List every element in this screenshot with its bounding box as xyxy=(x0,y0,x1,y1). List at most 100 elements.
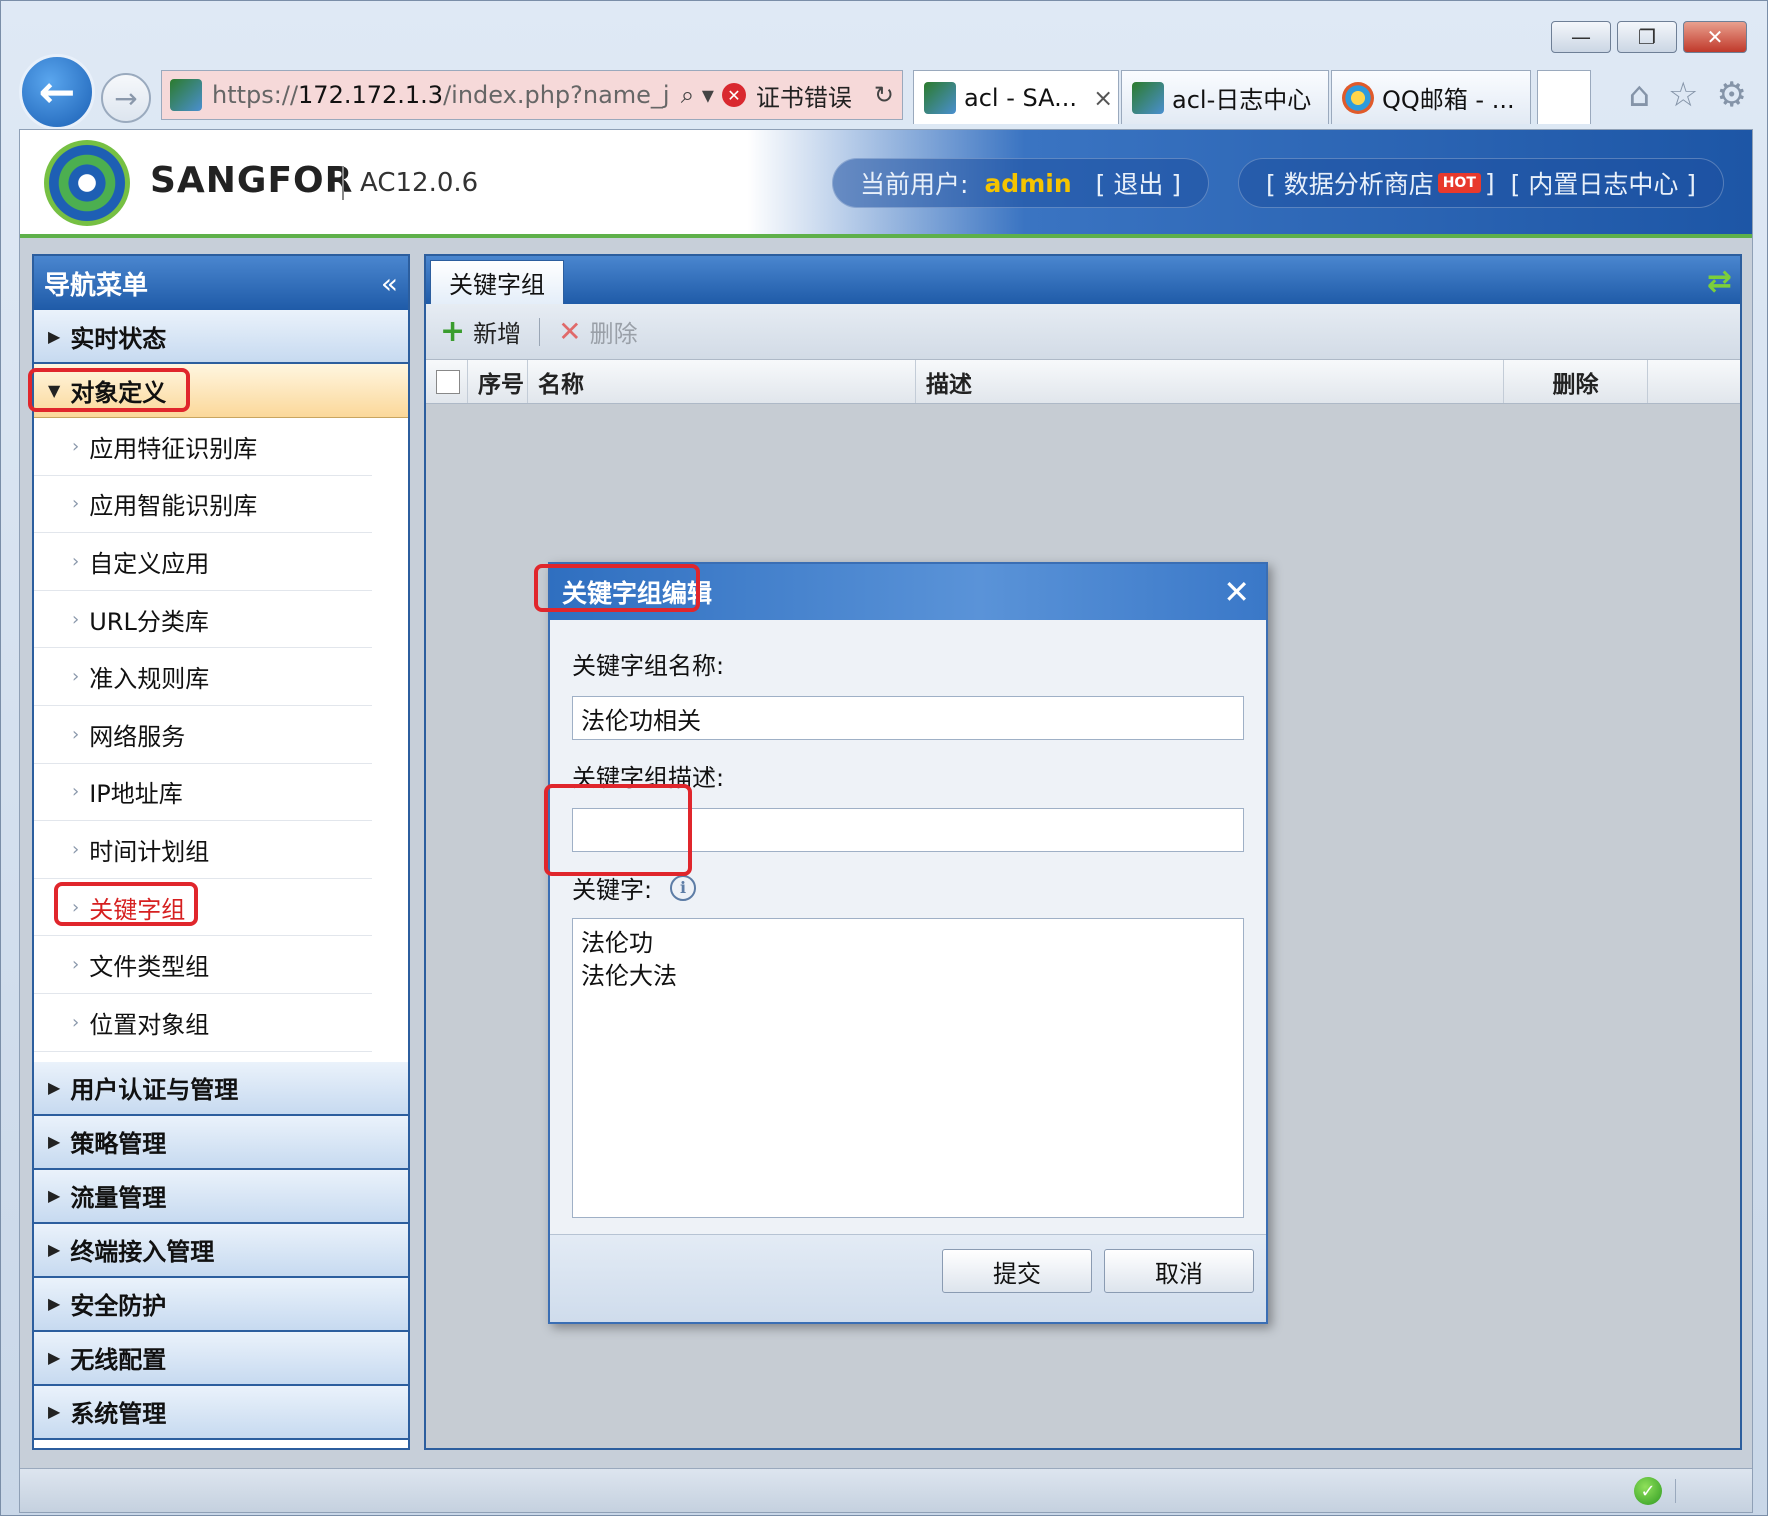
maximize-button[interactable]: ❐ xyxy=(1617,21,1677,53)
sidebar-item-custom-app[interactable]: › 自定义应用 xyxy=(34,533,372,591)
delete-x-icon[interactable]: ✕ xyxy=(558,315,581,348)
reload-icon[interactable]: ↻ xyxy=(874,81,894,109)
chevron-right-icon: › xyxy=(72,608,80,630)
brand-name: SANGFOR xyxy=(150,160,354,201)
sangfor-favicon-icon xyxy=(1132,81,1164,114)
tab-keyword-group[interactable]: 关键字组 xyxy=(430,260,564,304)
browser-window: — ❐ ✕ ← → https://172.172.1.3/index.php?… xyxy=(0,0,1768,1516)
column-index[interactable]: 序号 xyxy=(468,360,528,403)
sidebar-group-user-auth[interactable]: ▶ 用户认证与管理 xyxy=(34,1061,408,1116)
chevron-right-icon: › xyxy=(72,493,80,515)
sidebar-group-realtime-status[interactable]: ▶ 实时状态 xyxy=(34,310,408,364)
triangle-down-icon: ▼ xyxy=(48,381,61,400)
data-store-link[interactable]: [ 数据分析商店 xyxy=(1266,165,1434,201)
cancel-button[interactable]: 取消 xyxy=(1104,1249,1254,1293)
browser-tab-acl-sa[interactable]: acl - SA... × xyxy=(913,70,1119,124)
dialog-title-bar[interactable]: 关键字组编辑 ✕ xyxy=(550,564,1266,620)
sidebar-group-system[interactable]: ▶ 系统管理 xyxy=(34,1385,408,1440)
sidebar-group-label: 流量管理 xyxy=(70,1184,167,1213)
keyword-group-name-input[interactable] xyxy=(572,696,1244,740)
keyword-group-edit-dialog: 关键字组编辑 ✕ 关键字组名称: 关键字组描述: 关键字: i 法伦功 法伦大法… xyxy=(548,562,1268,1324)
keyword-group-desc-label: 关键字组描述: xyxy=(572,764,725,792)
triangle-right-icon: ▶ xyxy=(48,1402,61,1422)
triangle-right-icon: ▶ xyxy=(48,1186,61,1206)
sidebar-item-app-smart-db[interactable]: › 应用智能识别库 xyxy=(34,476,372,534)
new-tab-button[interactable] xyxy=(1537,70,1591,124)
chevron-right-icon: › xyxy=(72,954,80,976)
submit-button[interactable]: 提交 xyxy=(942,1249,1092,1293)
keywords-textarea[interactable]: 法伦功 法伦大法 xyxy=(572,918,1244,1218)
column-description[interactable]: 描述 xyxy=(916,360,1504,403)
cert-error-icon[interactable]: ✕ xyxy=(721,83,746,107)
delete-button[interactable]: 删除 xyxy=(590,314,638,349)
status-bar: ✓ xyxy=(20,1468,1752,1512)
sidebar-group-security[interactable]: ▶ 安全防护 xyxy=(34,1277,408,1332)
favorites-star-icon[interactable]: ☆ xyxy=(1668,75,1698,115)
home-icon[interactable]: ⌂ xyxy=(1628,75,1650,115)
search-icon[interactable]: ⌕ ▾ xyxy=(681,81,714,109)
sidebar-item-label: 应用智能识别库 xyxy=(89,492,258,521)
chevron-right-icon: › xyxy=(72,550,80,572)
sidebar-item-keyword-group[interactable]: › 关键字组 xyxy=(34,879,372,937)
sidebar-item-label: 关键字组 xyxy=(89,895,186,924)
version-label: AC12.0.6 xyxy=(360,168,479,198)
column-name[interactable]: 名称 xyxy=(528,360,916,403)
url-path: /index.php?name_j xyxy=(443,81,670,109)
tab-close-icon[interactable]: × xyxy=(1093,84,1113,112)
sidebar-group-label: 系统管理 xyxy=(70,1400,167,1429)
sidebar-group-traffic[interactable]: ▶ 流量管理 xyxy=(34,1169,408,1224)
sidebar-group-label: 对象定义 xyxy=(70,379,167,407)
log-center-link[interactable]: [ 内置日志中心 ] xyxy=(1511,165,1696,201)
sidebar-group-wireless[interactable]: ▶ 无线配置 xyxy=(34,1331,408,1386)
sidebar-group-endpoint-access[interactable]: ▶ 终端接入管理 xyxy=(34,1223,408,1278)
triangle-right-icon: ▶ xyxy=(48,1078,61,1098)
browser-tab-qq-mail[interactable]: QQ邮箱 - ... xyxy=(1331,70,1531,124)
triangle-right-icon: ▶ xyxy=(48,1132,61,1152)
sidebar-item-access-rule-db[interactable]: › 准入规则库 xyxy=(34,648,372,706)
chevron-right-icon: › xyxy=(72,666,80,688)
sidebar-item-location-object-group[interactable]: › 位置对象组 xyxy=(34,994,372,1052)
username: admin xyxy=(984,168,1072,198)
keyword-group-desc-input[interactable] xyxy=(572,808,1244,852)
refresh-icon[interactable]: ⇄ xyxy=(1707,264,1732,299)
sidebar-group-policy[interactable]: ▶ 策略管理 xyxy=(34,1115,408,1170)
logout-link[interactable]: [ 退出 ] xyxy=(1096,165,1181,201)
app-area: SANGFOR AC12.0.6 当前用户: admin [ 退出 ] [ 数据… xyxy=(19,129,1753,1513)
settings-gear-icon[interactable]: ⚙ xyxy=(1717,75,1747,115)
address-bar[interactable]: https://172.172.1.3/index.php?name_j ⌕ ▾… xyxy=(161,70,903,120)
browser-tab-acl-log-center[interactable]: acl-日志中心 xyxy=(1121,70,1329,124)
select-all-cell xyxy=(426,360,468,403)
url-prefix: https:// xyxy=(212,81,299,109)
qq-mail-favicon-icon xyxy=(1342,81,1374,114)
sidebar-item-ip-address-db[interactable]: › IP地址库 xyxy=(34,764,372,822)
sangfor-favicon-icon xyxy=(924,81,956,114)
forward-button[interactable]: → xyxy=(101,73,151,123)
select-all-checkbox[interactable] xyxy=(436,369,460,394)
column-delete[interactable]: 删除 xyxy=(1504,360,1648,403)
sidebar-item-url-category-db[interactable]: › URL分类库 xyxy=(34,591,372,649)
sidebar-item-app-signature-db[interactable]: › 应用特征识别库 xyxy=(34,418,372,476)
triangle-right-icon: ▶ xyxy=(48,1294,61,1314)
info-icon[interactable]: i xyxy=(670,874,697,901)
back-button[interactable]: ← xyxy=(19,54,95,130)
current-user-bar: 当前用户: admin [ 退出 ] xyxy=(832,158,1210,208)
tab-label: acl - SA... xyxy=(964,83,1078,112)
sidebar-title: 导航菜单 « xyxy=(34,256,408,310)
sidebar-item-file-type-group[interactable]: › 文件类型组 xyxy=(34,936,372,994)
add-button[interactable]: 新增 xyxy=(473,314,521,349)
cert-error-label[interactable]: 证书错误 xyxy=(756,78,852,113)
sidebar-item-label: URL分类库 xyxy=(89,607,209,636)
app-header: SANGFOR AC12.0.6 当前用户: admin [ 退出 ] [ 数据… xyxy=(20,130,1752,238)
arrow-right-icon: → xyxy=(114,81,138,115)
sidebar-group-object-definition[interactable]: ▼ 对象定义 xyxy=(34,364,408,418)
dialog-body: 关键字组名称: 关键字组描述: 关键字: i 法伦功 法伦大法 xyxy=(550,620,1266,1236)
collapse-sidebar-icon[interactable]: « xyxy=(381,267,398,300)
dialog-close-icon[interactable]: ✕ xyxy=(1223,573,1250,611)
sidebar-item-network-service[interactable]: › 网络服务 xyxy=(34,706,372,764)
sidebar-item-schedule-group[interactable]: › 时间计划组 xyxy=(34,821,372,879)
url-host: 172.172.1.3 xyxy=(298,81,444,109)
close-window-button[interactable]: ✕ xyxy=(1683,21,1747,53)
url-text[interactable]: https://172.172.1.3/index.php?name_j xyxy=(212,81,673,109)
plus-icon[interactable]: + xyxy=(440,314,465,349)
minimize-button[interactable]: — xyxy=(1551,21,1611,53)
